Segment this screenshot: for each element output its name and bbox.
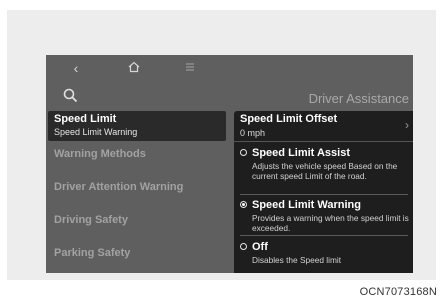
infotainment-screen: ‹ Driver Assistance Speed Limit Speed Li…: [46, 55, 413, 273]
menu-item-driving-safety[interactable]: Driving Safety: [48, 214, 226, 226]
speed-limit-offset-row[interactable]: Speed Limit Offset 0 mph ›: [234, 111, 413, 142]
home-icon[interactable]: [124, 60, 144, 76]
offset-title: Speed Limit Offset: [240, 113, 338, 125]
top-bar: ‹: [46, 55, 413, 83]
menu-icon[interactable]: [180, 60, 200, 76]
search-icon[interactable]: [62, 87, 80, 105]
back-button[interactable]: ‹: [66, 60, 86, 76]
radio-button[interactable]: [240, 243, 247, 250]
settings-menu: Speed Limit Speed Limit Warning Warning …: [46, 111, 231, 273]
option-description: Adjusts the vehicle speed Based on the c…: [252, 161, 398, 181]
chevron-right-icon: ›: [405, 118, 409, 132]
menu-item-speed-limit[interactable]: Speed Limit Speed Limit Warning: [48, 111, 226, 141]
screen-frame: ‹ Driver Assistance Speed Limit Speed Li…: [7, 10, 436, 280]
menu-item-driver-attention-warning[interactable]: Driver Attention Warning: [48, 181, 226, 193]
menu-glyph: [186, 63, 194, 71]
option-title: Speed Limit Assist: [252, 147, 351, 159]
page-title: Driver Assistance: [308, 91, 409, 106]
search-glyph: [63, 88, 78, 103]
radio-button-selected[interactable]: [240, 201, 247, 208]
menu-item-parking-safety[interactable]: Parking Safety: [48, 247, 226, 259]
image-code: OCN7073168N: [359, 286, 437, 298]
option-title: Speed Limit Warning: [252, 199, 361, 211]
radio-button[interactable]: [240, 149, 247, 156]
divider: [240, 235, 408, 236]
offset-value: 0 mph: [240, 128, 266, 138]
option-description: Disables the Speed limit: [252, 255, 342, 265]
menu-item-warning-methods[interactable]: Warning Methods: [48, 148, 226, 160]
speed-limit-panel: Speed Limit Offset 0 mph › Speed Limit A…: [234, 111, 413, 273]
menu-item-sublabel: Speed Limit Warning: [54, 127, 138, 137]
home-glyph: [128, 61, 140, 73]
option-description: Provides a warning when the speed limit …: [252, 213, 409, 233]
option-title: Off: [252, 241, 268, 253]
divider: [240, 194, 408, 195]
menu-item-label: Speed Limit: [54, 113, 117, 125]
